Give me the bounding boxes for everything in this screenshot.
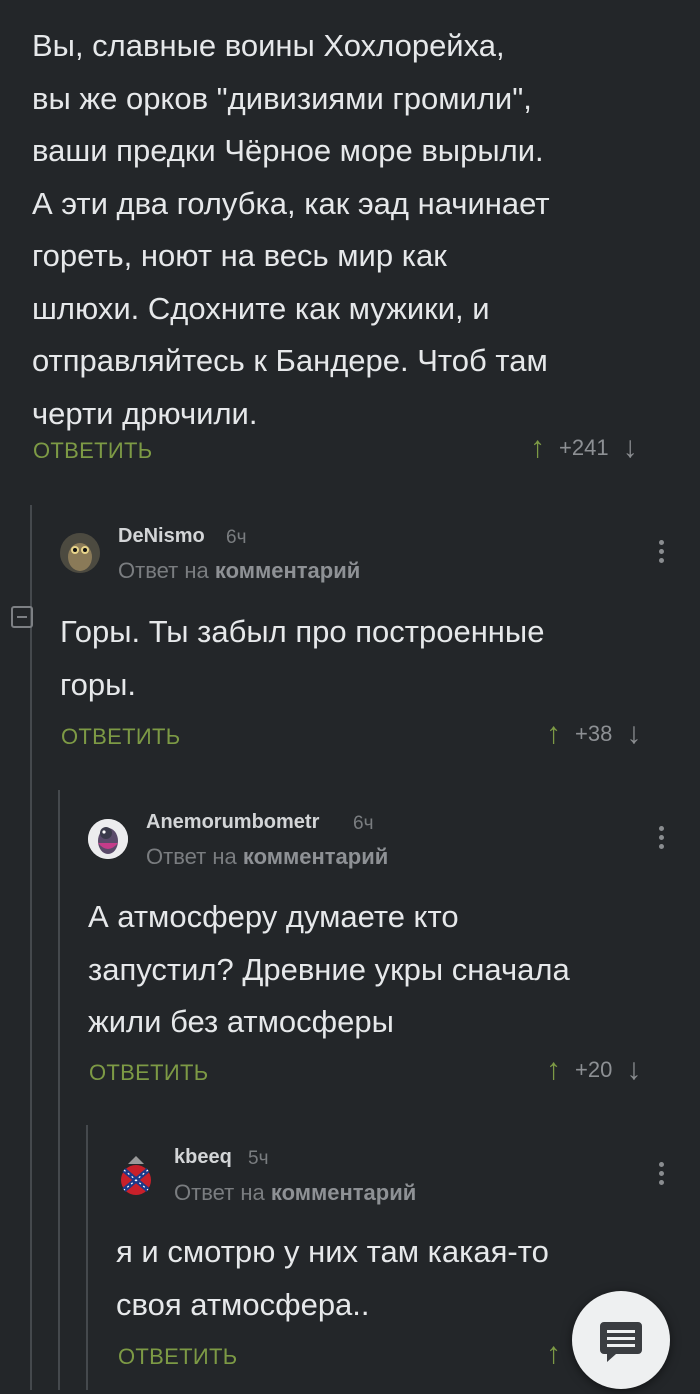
reply-to-prefix: Ответ на	[174, 1180, 265, 1205]
comment-time: 6ч	[226, 527, 247, 548]
vote-bar: ↑	[546, 1339, 561, 1369]
comment-score: +38	[575, 721, 613, 746]
more-vertical-icon[interactable]	[659, 1162, 665, 1189]
reply-to-link[interactable]: комментарий	[215, 558, 360, 583]
reply-to-link[interactable]: комментарий	[243, 844, 388, 869]
comment-text-line: запустил? Древние укры сначала	[88, 951, 570, 987]
arrow-up-icon[interactable]: ↑	[546, 1055, 561, 1085]
comment-text-line: гореть, ноют на весь мир как	[32, 238, 447, 273]
arrow-down-icon[interactable]: ↓	[626, 1055, 641, 1085]
reply-button[interactable]: ОТВЕТИТЬ	[89, 1060, 208, 1086]
thread-line[interactable]	[86, 1125, 88, 1390]
avatar[interactable]	[116, 1154, 156, 1195]
arrow-down-icon[interactable]: ↓	[626, 719, 641, 749]
comment-score: +20	[575, 1057, 613, 1082]
comment-text-line: ваши предки Чёрное море вырыли.	[32, 133, 544, 168]
reply-button[interactable]: ОТВЕТИТЬ	[61, 724, 180, 750]
arrow-up-icon[interactable]: ↑	[530, 433, 545, 463]
username[interactable]: kbeeq	[174, 1146, 232, 1169]
reply-to-line: Ответ на комментарий	[174, 1180, 416, 1206]
comment-text: Вы, славные воины Хохлорейха, вы же орко…	[32, 20, 672, 440]
comment-icon	[600, 1322, 642, 1362]
more-vertical-icon[interactable]	[659, 540, 665, 567]
comment-text: А атмосферу думаете кто запустил? Древни…	[88, 891, 688, 1049]
username[interactable]: DeNismo	[118, 525, 205, 548]
reply-to-prefix: Ответ на	[118, 558, 209, 583]
arrow-up-icon[interactable]: ↑	[546, 1339, 561, 1369]
reply-to-line: Ответ на комментарий	[118, 558, 360, 584]
avatar[interactable]	[60, 533, 100, 573]
comment-text-line: я и смотрю у них там какая-то	[116, 1234, 549, 1269]
comment-text-line: А атмосферу думаете кто	[88, 899, 459, 934]
collapse-minus-icon[interactable]	[11, 606, 33, 628]
arrow-down-icon[interactable]: ↓	[623, 433, 638, 463]
comment-text-line: горы.	[60, 666, 137, 702]
comment-text-line: А эти два голубка, как эад начинает	[32, 185, 550, 221]
comment-text-line: жили без атмосферы	[88, 1004, 394, 1039]
vote-bar: ↑ +20 ↓	[546, 1055, 641, 1085]
reply-to-line: Ответ на комментарий	[146, 844, 388, 870]
comment-text: Горы. Ты забыл про построенные горы.	[60, 606, 680, 711]
comment-time: 6ч	[353, 813, 374, 834]
reply-to-prefix: Ответ на	[146, 844, 237, 869]
comment-text-line: Вы, славные воины Хохлорейха,	[32, 28, 505, 63]
comment-score: +241	[559, 435, 609, 460]
comment-text-line: отправляйтесь к Бандере. Чтоб там	[32, 343, 548, 378]
comment-fab-button[interactable]	[572, 1291, 670, 1389]
comment-text-line: шлюхи. Сдохните как мужики, и	[32, 290, 490, 326]
comment-text-line: вы же орков "дивизиями громили",	[32, 80, 532, 116]
arrow-up-icon[interactable]: ↑	[546, 719, 561, 749]
thread-line[interactable]	[58, 790, 60, 1390]
comment-time: 5ч	[248, 1148, 269, 1169]
more-vertical-icon[interactable]	[659, 826, 665, 853]
vote-bar: ↑ +241 ↓	[530, 433, 638, 463]
comment-text-line: Горы. Ты забыл про построенные	[60, 614, 545, 649]
username[interactable]: Anemorumbometr	[146, 811, 319, 834]
avatar[interactable]	[88, 819, 128, 859]
reply-to-link[interactable]: комментарий	[271, 1180, 416, 1205]
reply-button[interactable]: ОТВЕТИТЬ	[118, 1344, 237, 1370]
reply-button[interactable]: ОТВЕТИТЬ	[33, 438, 152, 464]
vote-bar: ↑ +38 ↓	[546, 719, 641, 749]
thread-line[interactable]	[30, 505, 32, 1390]
